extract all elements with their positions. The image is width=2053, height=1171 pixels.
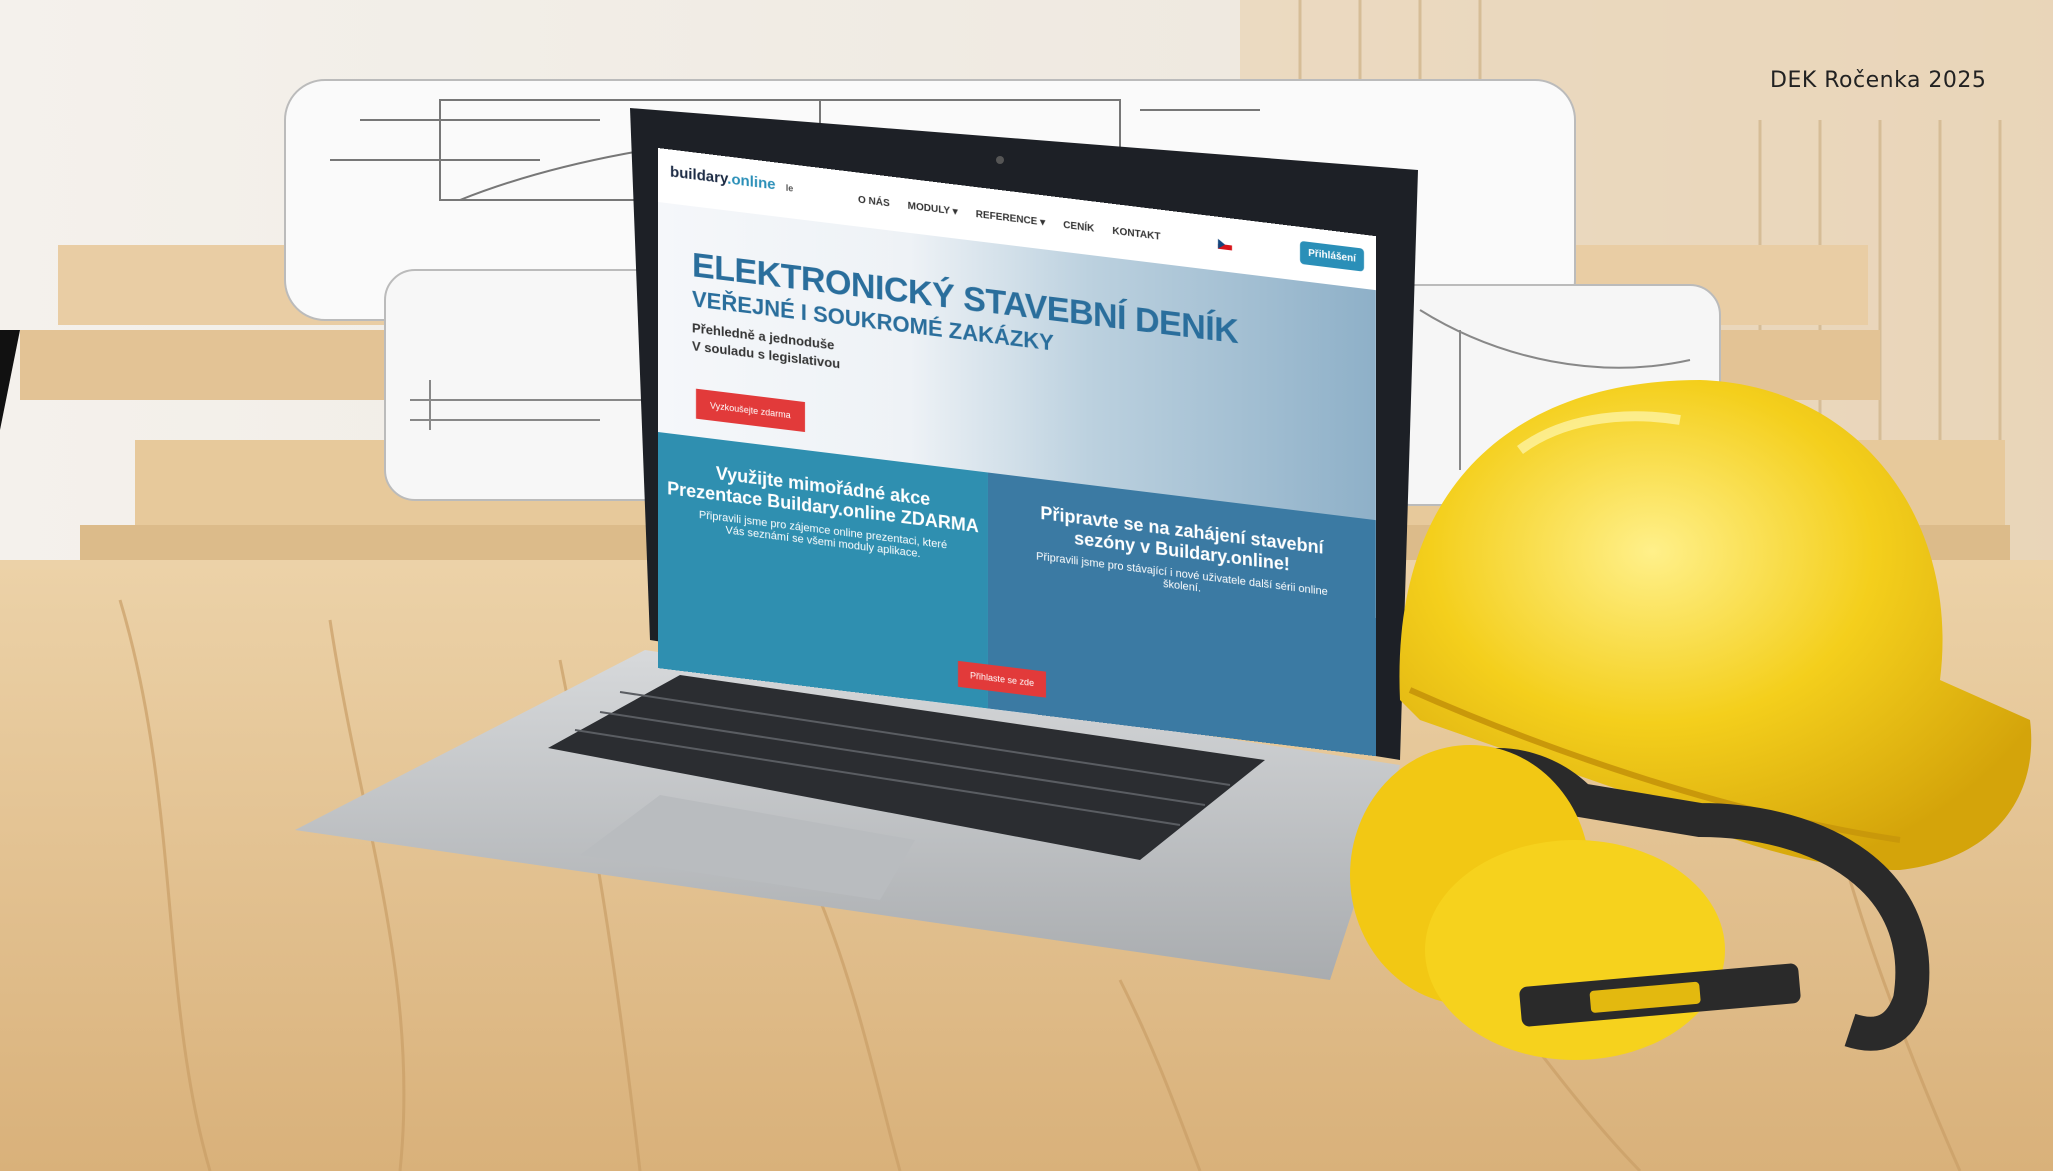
logo-brand: buildary	[670, 163, 728, 188]
try-free-button[interactable]: Vyzkoušejte zdarma	[696, 388, 805, 433]
laptop-screen: buildary.online le O NÁS MODULY ▾ REFERE…	[658, 148, 1376, 757]
promo-panel-left: Využijte mimořádné akce Prezentace Build…	[658, 432, 988, 709]
yearbook-label: DEK Ročenka 2025	[1770, 68, 1987, 93]
webcam-icon	[996, 156, 1004, 164]
nav-item-kontakt[interactable]: KONTAKT	[1112, 226, 1160, 243]
czech-flag-icon[interactable]	[1218, 238, 1233, 251]
logo-extra: le	[785, 182, 794, 194]
logo-suffix: .online	[727, 170, 776, 194]
nav-item-cenik[interactable]: CENÍK	[1063, 220, 1094, 235]
ear-muff	[1425, 840, 1725, 1060]
nav-item-reference[interactable]: REFERENCE ▾	[976, 209, 1045, 229]
promo-panel-right: Připravte se na zahájení stavební sezóny…	[988, 472, 1376, 757]
nav-item-moduly[interactable]: MODULY ▾	[908, 201, 958, 218]
buildary-logo-icon[interactable]: buildary.online le	[670, 163, 793, 195]
nav-item-o-nas[interactable]: O NÁS	[858, 195, 890, 210]
login-button[interactable]: Přihlášení	[1300, 240, 1364, 272]
